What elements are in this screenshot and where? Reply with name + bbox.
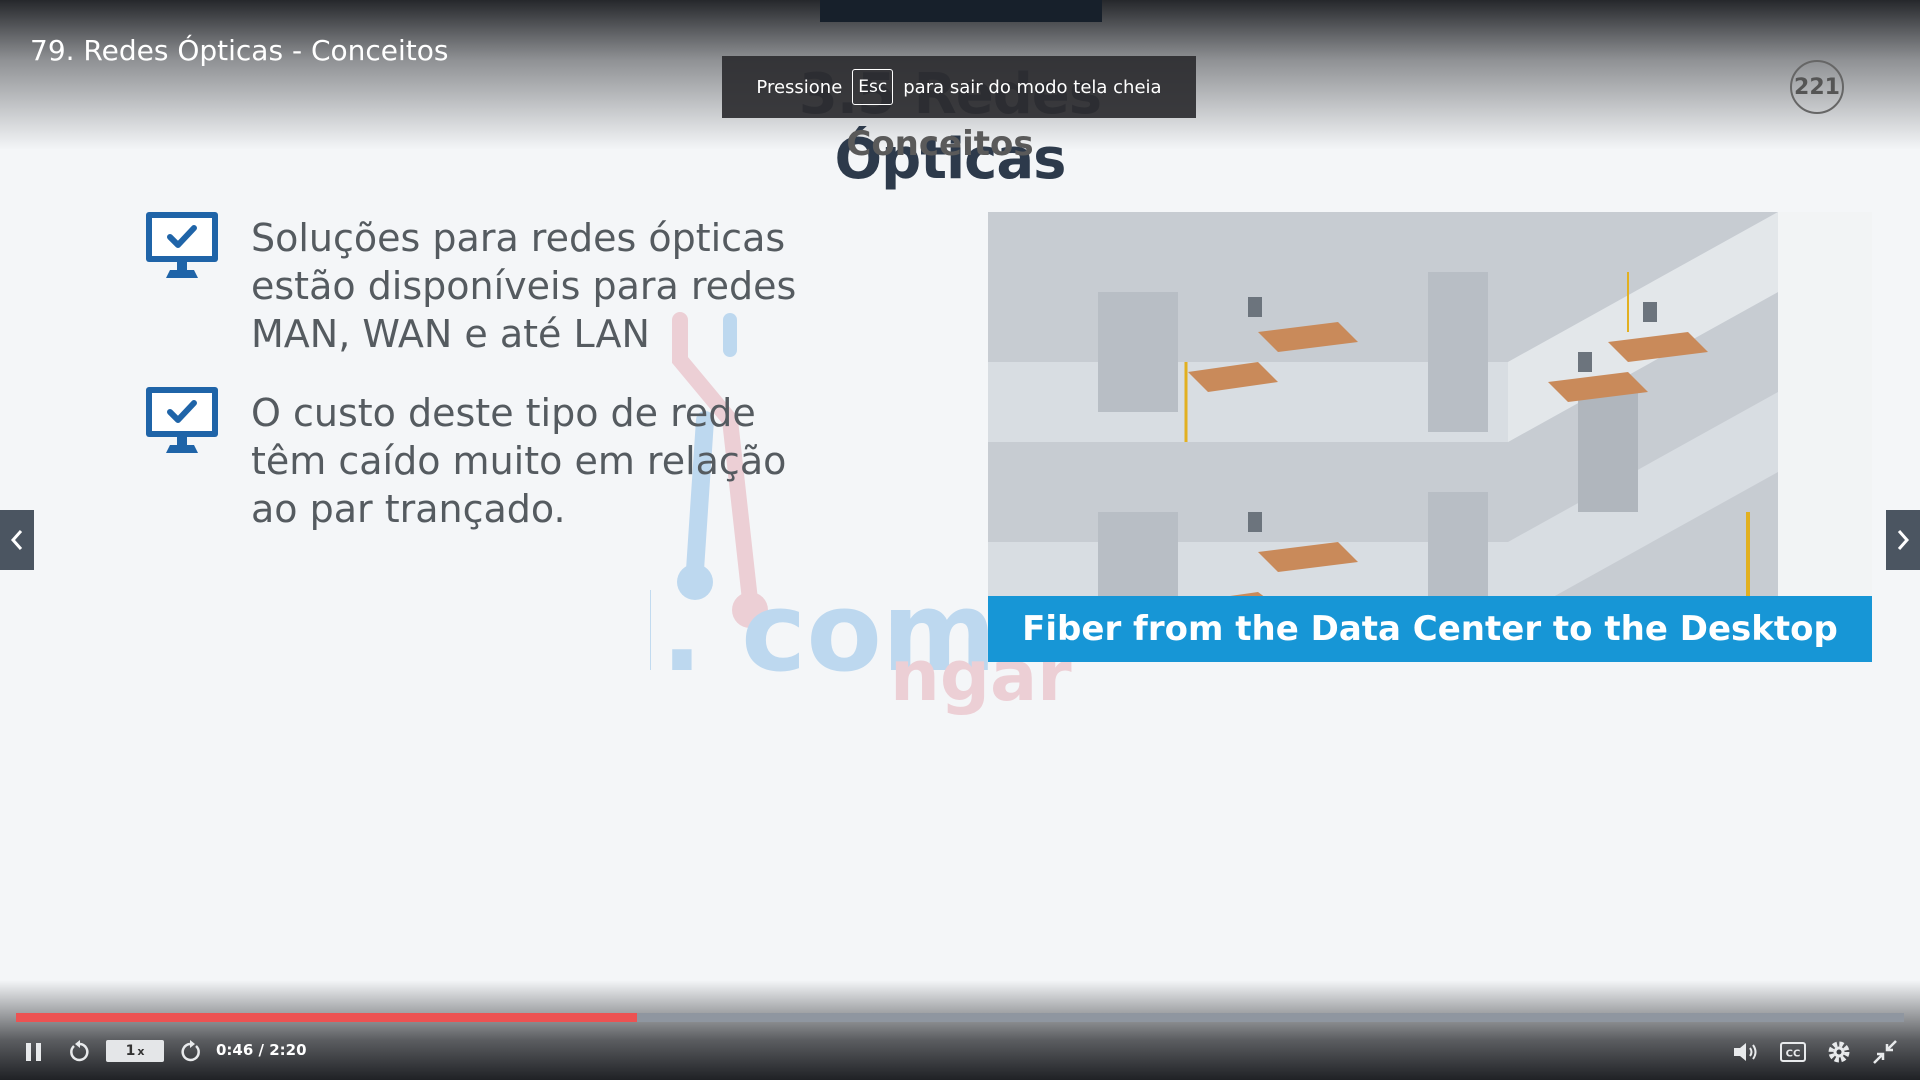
- settings-button[interactable]: [1826, 1038, 1852, 1066]
- speed-suffix: x: [137, 1044, 145, 1058]
- top-notch: [820, 0, 1102, 22]
- exit-fullscreen-icon: [1873, 1040, 1897, 1064]
- next-lecture-button[interactable]: [1886, 510, 1920, 570]
- svg-text:CC: CC: [1786, 1049, 1801, 1060]
- fullscreen-notice: Pressione Esc para sair do modo tela che…: [722, 56, 1196, 118]
- controls-overlay: [0, 980, 1920, 1080]
- chevron-right-icon: [1897, 530, 1910, 550]
- playback-time: 0:46 / 2:20: [216, 1041, 307, 1059]
- lecture-title: 79. Redes Ópticas - Conceitos: [30, 34, 449, 67]
- monitor-check-icon: [146, 387, 218, 453]
- bullet-text: O custo deste tipo de rede têm caído mui…: [251, 391, 787, 531]
- gear-icon: [1828, 1041, 1850, 1063]
- rewind-button[interactable]: [68, 1038, 92, 1066]
- video-player[interactable]: T.I. com ngar 79. Redes Ópticas - Concei…: [0, 0, 1920, 1080]
- forward-5-icon: [181, 1040, 200, 1062]
- pause-button[interactable]: [24, 1038, 44, 1066]
- slide-number: 221: [1790, 60, 1844, 114]
- monitor-check-icon: [146, 212, 218, 278]
- fullscreen-notice-after: para sair do modo tela cheia: [903, 76, 1162, 98]
- cc-icon: CC: [1780, 1042, 1806, 1062]
- volume-icon: [1734, 1043, 1757, 1061]
- forward-button[interactable]: [178, 1038, 202, 1066]
- bullet-text: Soluções para redes ópticas estão dispon…: [251, 216, 797, 356]
- chevron-left-icon: [10, 530, 23, 550]
- previous-lecture-button[interactable]: [0, 510, 34, 570]
- progress-played: [16, 1013, 638, 1022]
- speed-value: 1: [125, 1043, 136, 1059]
- fiber-building-illustration: Fiber from the Data Center to the Deskto…: [988, 212, 1872, 662]
- playback-speed-button[interactable]: 1 x: [106, 1040, 164, 1062]
- pause-icon: [26, 1043, 41, 1061]
- slide-subtitle: Conceitos: [846, 124, 1034, 164]
- building-drawing: [988, 212, 1872, 662]
- progress-bar[interactable]: [16, 1013, 1904, 1022]
- captions-button[interactable]: CC: [1780, 1038, 1806, 1066]
- image-caption: Fiber from the Data Center to the Deskto…: [988, 596, 1872, 662]
- volume-button[interactable]: [1732, 1038, 1760, 1066]
- fullscreen-notice-before: Pressione: [756, 76, 843, 98]
- rewind-5-icon: [70, 1040, 89, 1062]
- esc-key-badge: Esc: [852, 69, 894, 105]
- exit-fullscreen-button[interactable]: [1872, 1038, 1898, 1066]
